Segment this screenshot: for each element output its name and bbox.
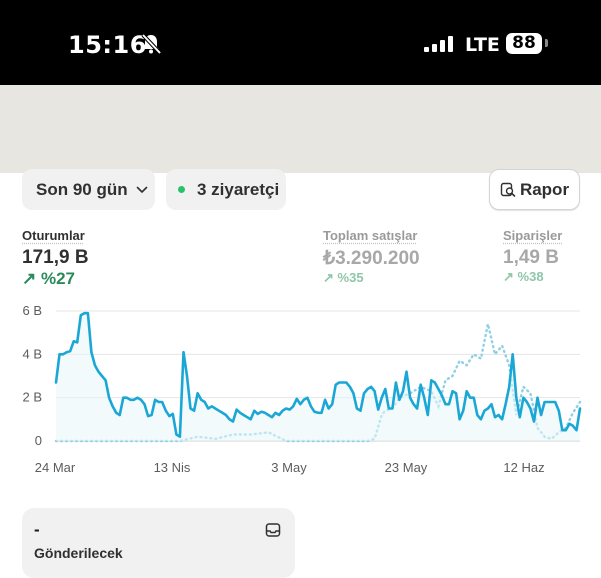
report-button[interactable]: Rapor [489, 169, 580, 210]
period-selector[interactable]: Son 90 gün [22, 169, 155, 210]
live-visitors-button[interactable]: 3 ziyaretçi [166, 169, 286, 210]
x-tick-label: 24 Mar [35, 460, 76, 475]
visitors-label: 3 ziyaretçi [197, 179, 280, 199]
x-tick-label: 23 May [385, 460, 428, 475]
series-area-fill [56, 313, 580, 441]
arrow-up-right-icon: ↗ [503, 269, 514, 284]
network-label: LTE [465, 34, 500, 56]
metric-change: ↗ %38 [503, 269, 544, 284]
signal-icon [424, 36, 453, 52]
y-tick-label: 2 B [22, 390, 42, 405]
status-bar: 15:16 LTE 88 [0, 0, 601, 85]
metric-label: Toplam satışlar [323, 228, 418, 243]
card-value: - [34, 520, 40, 539]
metric-change: ↗ %35 [323, 270, 364, 285]
metric-value: 171,9 B [22, 247, 89, 268]
inbox-icon [265, 523, 281, 537]
metric-sessions[interactable]: Oturumlar 171,9 B ↗ %27 [22, 228, 89, 289]
metric-orders[interactable]: Siparişler 1,49 B ↗ %38 [503, 228, 562, 285]
sessions-chart[interactable]: 0 2 B 4 B 6 B 24 Mar 13 Nis 3 May 23 May 12 Haz [0, 295, 601, 485]
header-banner [0, 85, 601, 173]
arrow-up-right-icon: ↗ [22, 269, 37, 288]
metric-value: ₺3.290.200 [323, 248, 420, 269]
metric-label: Oturumlar [22, 228, 85, 243]
report-search-icon [500, 182, 516, 197]
arrow-up-right-icon: ↗ [323, 270, 334, 285]
metric-label: Siparişler [503, 228, 563, 243]
metric-change: ↗ %27 [22, 269, 76, 288]
period-label: Son 90 gün [36, 179, 128, 199]
x-tick-label: 3 May [271, 460, 307, 475]
battery-cap [545, 39, 548, 47]
metric-total-sales[interactable]: Toplam satışlar ₺3.290.200 ↗ %35 [323, 228, 420, 286]
report-label: Rapor [519, 179, 570, 199]
live-dot-icon [178, 186, 185, 193]
x-tick-label: 13 Nis [154, 460, 191, 475]
y-tick-label: 0 [35, 433, 42, 448]
to-ship-card[interactable]: - Gönderilecek [22, 508, 295, 578]
status-time: 15:16 [68, 31, 147, 59]
battery-indicator: 88 [506, 33, 542, 54]
metric-value: 1,49 B [503, 247, 559, 268]
y-tick-label: 6 B [22, 303, 42, 318]
bell-slash-icon [141, 33, 162, 55]
y-tick-label: 4 B [22, 346, 42, 361]
chevron-down-icon [136, 186, 147, 193]
card-label: Gönderilecek [34, 545, 123, 561]
x-tick-label: 12 Haz [503, 460, 544, 475]
